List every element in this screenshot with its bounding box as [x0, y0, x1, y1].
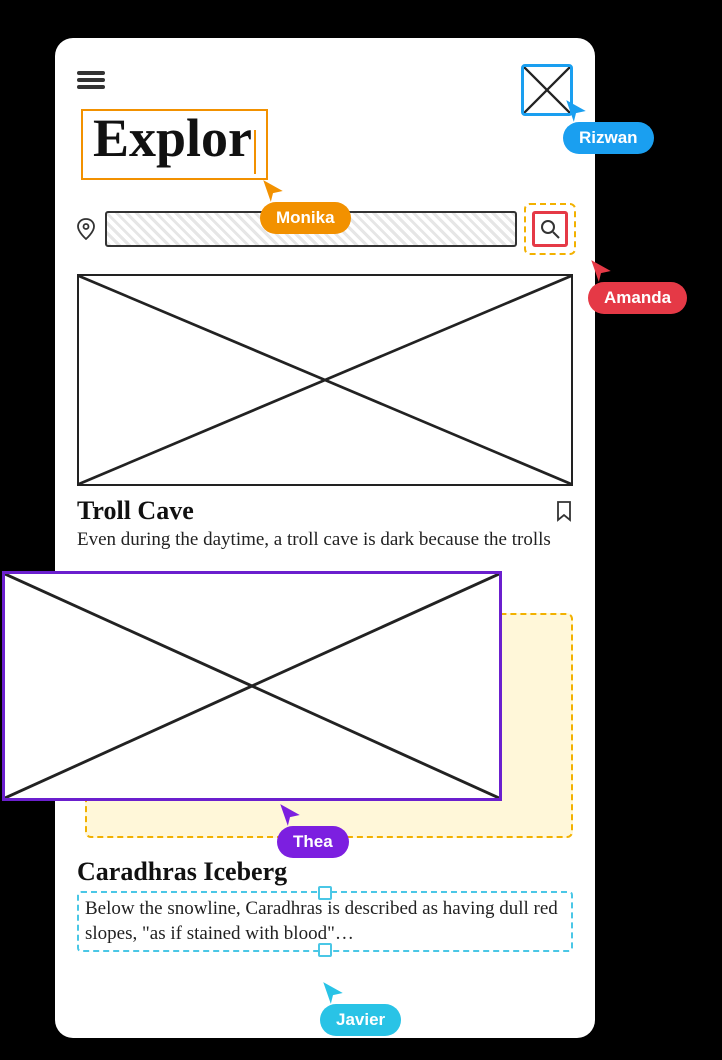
- avatar-placeholder[interactable]: [521, 64, 573, 116]
- card-caradhras-area: [77, 571, 573, 851]
- search-button-selection: [527, 206, 573, 252]
- card-title: Troll Cave: [77, 496, 194, 526]
- text-selection-box[interactable]: Below the snowline, Caradhras is describ…: [77, 891, 573, 952]
- page-title-editing[interactable]: Explor: [81, 109, 268, 180]
- bookmark-icon[interactable]: [555, 500, 573, 522]
- image-placeholder-selected[interactable]: [2, 571, 502, 801]
- text-caret: [254, 130, 256, 174]
- search-button[interactable]: [532, 211, 568, 247]
- phone-frame: Explor Troll C: [55, 38, 595, 1038]
- page-title-text: Explor: [93, 108, 252, 168]
- search-icon: [540, 219, 560, 239]
- image-placeholder[interactable]: [77, 274, 573, 486]
- hamburger-icon[interactable]: [77, 68, 105, 92]
- card-description: Even during the daytime, a troll cave is…: [77, 528, 573, 553]
- card-troll-cave: Troll Cave Even during the daytime, a tr…: [77, 274, 573, 553]
- cursor-amanda: Amanda: [588, 258, 687, 314]
- location-pin-icon[interactable]: [77, 218, 95, 240]
- search-row: [77, 206, 573, 252]
- card-description: Below the snowline, Caradhras is describ…: [85, 897, 565, 946]
- search-input[interactable]: [105, 211, 517, 247]
- cursor-label: Amanda: [588, 282, 687, 314]
- card-caradhras: Caradhras Iceberg Below the snowline, Ca…: [77, 857, 573, 952]
- card-title: Caradhras Iceberg: [77, 857, 573, 887]
